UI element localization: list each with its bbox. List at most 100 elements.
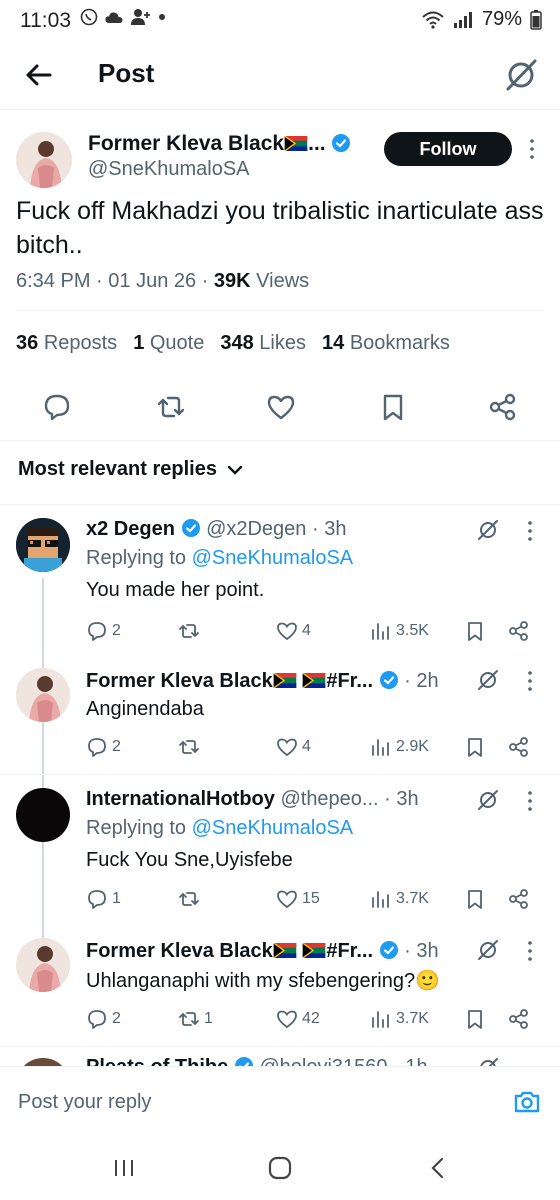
- views-icon: [372, 739, 389, 756]
- like-button[interactable]: 4: [276, 736, 311, 758]
- bookmark-icon: [468, 622, 482, 641]
- bookmark-button[interactable]: [464, 736, 486, 758]
- grok-icon[interactable]: [476, 788, 500, 812]
- more-options-icon[interactable]: [526, 940, 534, 962]
- reposts-stat[interactable]: 36 Reposts: [16, 332, 117, 355]
- bookmark-icon[interactable]: [378, 392, 408, 422]
- likes-stat[interactable]: 348 Likes: [220, 332, 306, 355]
- bookmark-button[interactable]: [464, 1008, 486, 1030]
- divider: [0, 440, 560, 441]
- reply-button[interactable]: 1: [86, 888, 121, 910]
- like-icon: [277, 1010, 297, 1029]
- more-options-icon[interactable]: [528, 138, 536, 160]
- grok-icon[interactable]: [476, 668, 500, 692]
- reply-composer[interactable]: Post your reply: [0, 1066, 560, 1136]
- more-options-icon[interactable]: [526, 520, 534, 542]
- reply-action-bar: 1 15 3.7K: [86, 888, 536, 914]
- battery-icon: [530, 9, 542, 30]
- cloud-icon: [105, 12, 123, 23]
- status-bar: 11:03 79%: [0, 0, 560, 42]
- reply-input[interactable]: Post your reply: [18, 1091, 151, 1114]
- views-button[interactable]: 3.5K: [370, 620, 429, 642]
- reply-text: Anginendaba: [86, 698, 204, 720]
- share-button[interactable]: [508, 620, 530, 642]
- bookmark-button[interactable]: [464, 620, 486, 642]
- views-button[interactable]: 3.7K: [370, 1008, 429, 1030]
- reply-item[interactable]: Pleats of Thibe @holovi31560 · 1h: [0, 1046, 560, 1066]
- notification-icons: [80, 8, 166, 26]
- reply-action-bar: 2 1 42 3.7K: [86, 1008, 536, 1034]
- reply-author-name[interactable]: Pleats of Thibe @holovi31560 · 1h: [86, 1056, 428, 1066]
- replying-to: Replying to @SneKhumaloSA: [86, 547, 354, 569]
- south-africa-flag-icon: [273, 943, 297, 958]
- more-options-icon[interactable]: [526, 790, 534, 812]
- follow-button[interactable]: Follow: [384, 132, 512, 166]
- back-icon[interactable]: [424, 1154, 452, 1182]
- grok-icon[interactable]: [476, 518, 500, 542]
- views-icon: [372, 1011, 389, 1028]
- bookmark-button[interactable]: [464, 888, 486, 910]
- repost-button[interactable]: 1: [178, 1008, 213, 1030]
- home-icon[interactable]: [266, 1154, 294, 1182]
- share-button[interactable]: [508, 1008, 530, 1030]
- mention-link[interactable]: @SneKhumaloSA: [192, 817, 354, 839]
- reply-author-name[interactable]: Former Kleva Black #Fr... · 3h: [86, 940, 439, 963]
- reply-icon[interactable]: [42, 392, 72, 422]
- engagement-stats: 36 Reposts 1 Quote 348 Likes 14 Bookmark…: [16, 332, 450, 355]
- repost-button[interactable]: [178, 620, 204, 642]
- reply-time: 3h: [324, 518, 347, 540]
- south-africa-flag-icon: [302, 673, 326, 688]
- reply-author-name[interactable]: x2 Degen @x2Degen · 3h: [86, 518, 346, 541]
- reply-avatar[interactable]: [16, 788, 70, 842]
- verified-badge-icon: [234, 1057, 253, 1066]
- page-title: Post: [98, 58, 155, 88]
- bookmark-icon: [468, 738, 482, 757]
- reply-text: Fuck You Sne,Uyisfebe: [86, 849, 293, 871]
- grok-icon[interactable]: [502, 56, 540, 94]
- share-icon: [509, 889, 528, 909]
- quotes-stat[interactable]: 1 Quote: [133, 332, 204, 355]
- back-arrow-icon[interactable]: [22, 58, 56, 92]
- author-avatar[interactable]: [16, 132, 72, 188]
- repost-button[interactable]: [178, 888, 204, 910]
- reply-avatar[interactable]: [16, 938, 70, 992]
- reply-button[interactable]: 2: [86, 620, 121, 642]
- more-options-icon[interactable]: [526, 670, 534, 692]
- like-button[interactable]: 15: [276, 888, 320, 910]
- bookmarks-stat[interactable]: 14 Bookmarks: [322, 332, 450, 355]
- reply-time: 3h: [396, 788, 419, 810]
- recent-apps-icon[interactable]: [110, 1154, 138, 1182]
- whatsapp-icon: [80, 8, 98, 26]
- share-button[interactable]: [508, 888, 530, 910]
- mention-link[interactable]: @SneKhumaloSA: [192, 547, 354, 569]
- south-africa-flag-icon: [284, 136, 308, 151]
- reply-avatar[interactable]: [16, 668, 70, 722]
- repost-icon[interactable]: [156, 392, 186, 422]
- reply-avatar[interactable]: [16, 518, 70, 572]
- replies-sort-dropdown[interactable]: Most relevant replies: [18, 458, 243, 481]
- repost-icon: [179, 624, 199, 638]
- views-button[interactable]: 2.9K: [370, 736, 429, 758]
- reply-button[interactable]: 2: [86, 1008, 121, 1030]
- grok-icon[interactable]: [476, 1056, 500, 1066]
- author-name[interactable]: Former Kleva Black...: [88, 132, 351, 156]
- reply-author-name[interactable]: InternationalHotboy @thepeo... · 3h: [86, 788, 419, 811]
- post-meta: 6:34 PM · 01 Jun 26 · 39K Views: [16, 270, 310, 292]
- system-navigation-bar: [0, 1136, 560, 1200]
- share-icon[interactable]: [488, 392, 518, 422]
- like-icon[interactable]: [266, 392, 296, 422]
- reply-avatar[interactable]: [16, 1058, 70, 1066]
- grok-icon[interactable]: [476, 938, 500, 962]
- reply-author-name[interactable]: Former Kleva Black #Fr... · 2h: [86, 670, 439, 693]
- views-icon: [372, 623, 389, 640]
- like-button[interactable]: 4: [276, 620, 311, 642]
- verified-badge-icon: [332, 134, 351, 152]
- divider: [0, 504, 560, 505]
- share-button[interactable]: [508, 736, 530, 758]
- like-button[interactable]: 42: [276, 1008, 320, 1030]
- repost-button[interactable]: [178, 736, 204, 758]
- reply-button[interactable]: 2: [86, 736, 121, 758]
- author-handle[interactable]: @SneKhumaloSA: [88, 158, 250, 181]
- camera-icon[interactable]: [512, 1087, 542, 1117]
- views-button[interactable]: 3.7K: [370, 888, 429, 910]
